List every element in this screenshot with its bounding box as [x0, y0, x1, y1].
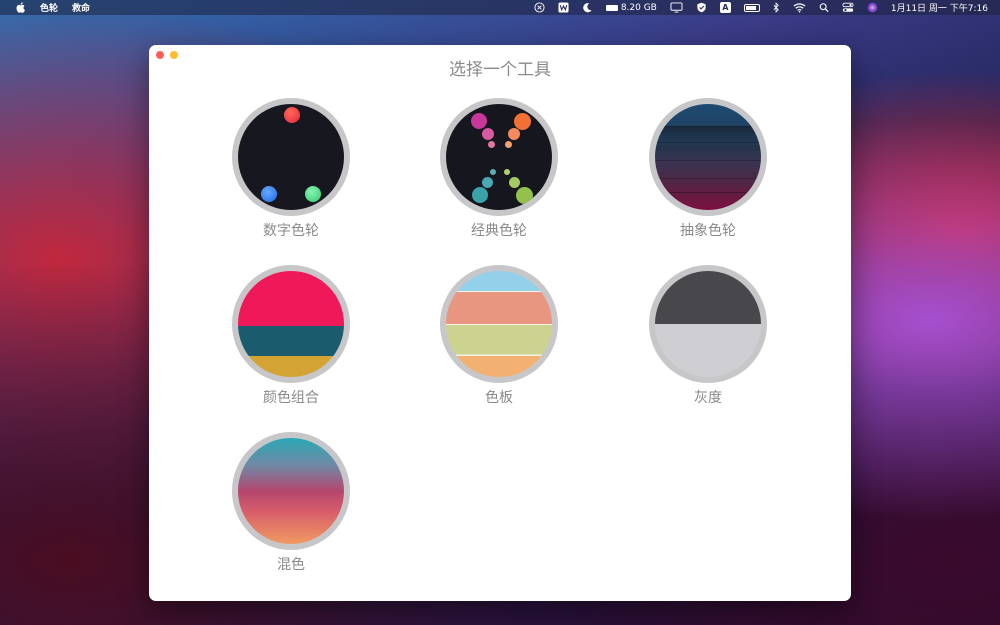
memory-usage: 8.20 GB — [620, 2, 657, 13]
tool-abstract-wheel[interactable]: 抽象色轮 — [628, 98, 788, 240]
abstract-wheel-icon — [649, 98, 767, 216]
menu-app-name[interactable]: 色轮 — [40, 1, 58, 14]
menu-help[interactable]: 救命 — [72, 1, 90, 14]
bluetooth-icon[interactable] — [773, 2, 780, 13]
search-icon[interactable] — [819, 2, 829, 13]
input-method-icon[interactable]: A — [719, 2, 731, 13]
tool-digital-wheel[interactable]: 数字色轮 — [211, 98, 371, 240]
tool-label: 色板 — [485, 390, 513, 406]
memory-icon[interactable]: 8.20 GB — [605, 2, 657, 13]
tool-label: 抽象色轮 — [680, 223, 736, 239]
tool-palette[interactable]: 色板 — [419, 265, 579, 407]
palette-icon — [440, 265, 558, 383]
tool-label: 灰度 — [694, 390, 722, 406]
grayscale-icon — [649, 265, 767, 383]
digital-wheel-icon — [232, 98, 350, 216]
tool-label: 数字色轮 — [263, 223, 319, 239]
tool-blend[interactable]: 混色 — [211, 432, 371, 574]
tool-label: 颜色组合 — [263, 390, 319, 406]
close-circle-icon[interactable] — [534, 2, 545, 13]
tool-label: 经典色轮 — [471, 223, 527, 239]
window-title: 选择一个工具 — [449, 60, 551, 80]
classic-wheel-icon — [440, 98, 558, 216]
apple-icon[interactable] — [14, 2, 26, 14]
tool-color-combination[interactable]: 颜色组合 — [211, 265, 371, 407]
tool-picker-window: 选择一个工具 数字色轮 经典色轮 抽象色轮 颜色组合 色板 灰度 混色 — [149, 45, 851, 601]
color-combination-icon — [232, 265, 350, 383]
tool-grayscale[interactable]: 灰度 — [628, 265, 788, 407]
moon-icon[interactable] — [582, 2, 593, 13]
blend-icon — [232, 432, 350, 550]
shield-icon[interactable] — [696, 2, 707, 13]
clock[interactable]: 1月11日 周一 下午7:16 — [891, 1, 988, 14]
wifi-icon[interactable] — [793, 2, 806, 13]
siri-icon[interactable] — [867, 2, 878, 13]
menu-bar: 色轮 救命 8.20 GB A 1月11日 周一 下午7:16 — [0, 0, 1000, 15]
control-center-icon[interactable] — [842, 2, 854, 13]
battery-icon[interactable] — [743, 2, 760, 13]
tool-classic-wheel[interactable]: 经典色轮 — [419, 98, 579, 240]
wps-icon[interactable] — [558, 2, 569, 13]
display-icon[interactable] — [670, 2, 683, 13]
tool-label: 混色 — [277, 557, 305, 573]
